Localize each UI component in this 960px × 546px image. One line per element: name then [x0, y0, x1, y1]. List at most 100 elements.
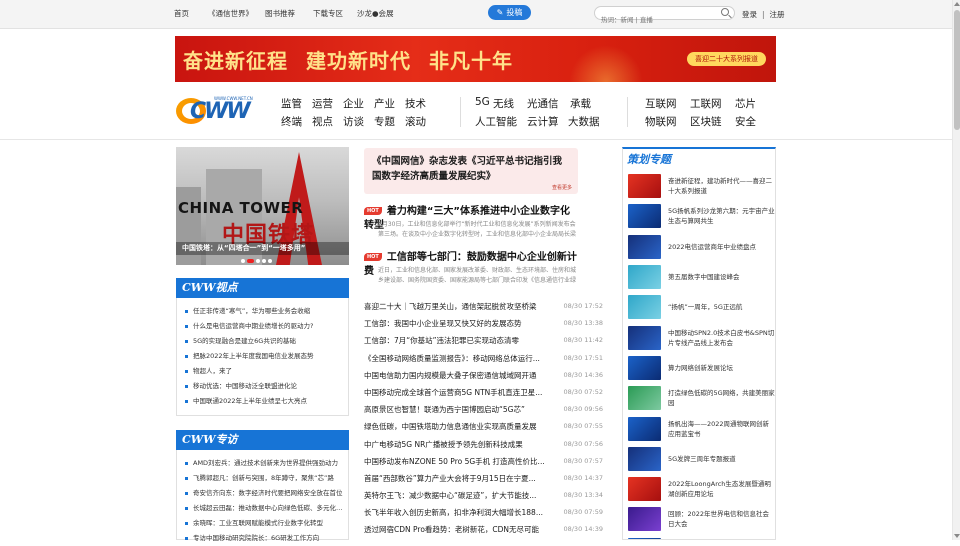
image-slider[interactable]: CHINA TOWER 中国铁塔 中国铁塔：从“四塔合一”到“一塔多用” [176, 147, 349, 265]
news-title[interactable]: 《全国移动网络质量监测报告》：移动网络总体运行... [364, 350, 553, 367]
channel-link[interactable]: 企业 [343, 96, 368, 114]
slider-dot[interactable] [256, 259, 260, 263]
topic-title[interactable]: 扬帆出海——2022周通物联网创新应用蓝宝书 [668, 419, 775, 439]
topic-item[interactable]: 算力网络创新发展论坛 [623, 353, 775, 383]
channel-link[interactable]: 技术 [405, 96, 430, 114]
topic-thumbnail[interactable] [628, 174, 661, 199]
news-title[interactable]: 工信部：7月“你基站”违法犯罪已实现动态清零 [364, 332, 553, 349]
topic-title[interactable]: 打造绿色低碳的5G网络，共建美丽家园 [668, 388, 775, 408]
news-title[interactable]: 中国移动发布NZONE 50 Pro 5G手机 打造高性价比... [364, 453, 553, 470]
topic-item[interactable]: 打造绿色低碳的5G网络，共建美丽家园 [623, 383, 775, 413]
channel-link[interactable]: 专题 [374, 114, 399, 132]
channel-link[interactable]: 区块链 [690, 114, 727, 132]
channel-link[interactable]: 光通信 [527, 96, 570, 114]
channel-link[interactable]: 物联网 [645, 114, 682, 132]
topic-thumbnail[interactable] [628, 265, 661, 290]
channel-link[interactable]: 大数据 [568, 114, 608, 132]
topic-thumbnail[interactable] [628, 386, 661, 411]
list-item[interactable]: AMD刘宏兵：通过技术创新来为世界提供强劲动力 [177, 456, 348, 471]
view-more-link[interactable]: 查看更多 [552, 184, 572, 191]
channel-link[interactable]: 滚动 [405, 114, 430, 132]
channel-link[interactable]: 监管 [281, 96, 306, 114]
topic-title[interactable]: 2022电信运营商年中业绩盘点 [668, 242, 756, 252]
topic-title[interactable]: 第五届数字中国建设峰会 [668, 272, 740, 282]
list-item[interactable]: 5G的实现融合是建立6G共识的基础 [177, 334, 348, 349]
news-title[interactable]: 首届“西部数谷”算力产业大会将于9月15日在宁夏... [364, 470, 553, 487]
topic-item[interactable]: 5G扬帆系列沙龙第六期：元宇宙产业生态与算网共生 [623, 201, 775, 231]
topic-item[interactable]: 2022年LoongArch生态发展暨通明湖创新应用论坛 [623, 474, 775, 504]
list-item[interactable]: 把脉2022年上半年度我国电信业发展态势 [177, 349, 348, 364]
news-title[interactable]: 绿色低碳，中国铁塔助力信息通信业实现高质量发展 [364, 418, 553, 435]
topic-item[interactable]: 第五届数字中国建设峰会 [623, 262, 775, 292]
list-item[interactable]: 长城超云田磊：推动数据中心向绿色低碳、多元化发展 [177, 501, 348, 516]
topic-item[interactable]: 中国电信政企事业数智新基建 [623, 535, 775, 539]
list-item[interactable]: 物超人，来了 [177, 364, 348, 379]
topic-title[interactable]: 奋进新征程，建功新时代——喜迎二十大系列报道 [668, 176, 775, 196]
news-title[interactable]: 中广电移动5G NR广播被授予领先创新科技成果 [364, 436, 553, 453]
news-title[interactable]: 工信部：我国中小企业呈现又快又好的发展态势 [364, 315, 553, 332]
topic-title[interactable]: 5G发牌三周年专题报道 [668, 454, 736, 464]
topic-title[interactable]: 2022年LoongArch生态发展暨通明湖创新应用论坛 [668, 479, 775, 499]
slider-dot[interactable] [262, 259, 266, 263]
topic-thumbnail[interactable] [628, 325, 661, 350]
slider-dot-active[interactable] [247, 259, 254, 263]
page-scrollbar[interactable] [952, 0, 960, 540]
news-title[interactable]: 透过网宿CDN Pro看趋势：老树新花，CDN无尽可能 [364, 521, 553, 538]
search-input[interactable] [595, 14, 715, 26]
topic-title[interactable]: 中国移动SPN2.0技术白皮书&SPN切片专线产品线上发布会 [668, 328, 775, 348]
channel-link[interactable]: 芯片 [735, 96, 772, 114]
channel-link[interactable]: 访谈 [343, 114, 368, 132]
news-title[interactable]: 中国电信助力国内规模最大叠子保密通信城域网开通 [364, 367, 553, 384]
channel-link[interactable]: 云计算 [527, 114, 568, 132]
channel-link[interactable]: 承载 [570, 96, 600, 114]
featured-headline[interactable]: 《中国网信》杂志发表《习近平总书记指引我国数字经济高质量发展纪实》 查看更多 [364, 148, 578, 194]
list-item[interactable]: 什么是电信运营商中期业绩增长的驱动力? [177, 319, 348, 334]
topic-thumbnail[interactable] [628, 355, 661, 380]
slider-dot[interactable] [241, 259, 245, 263]
scroll-down-icon[interactable] [954, 534, 960, 538]
list-item[interactable]: 余晓晖：工业互联网赋能模式行业数字化转型 [177, 516, 348, 531]
news-title[interactable]: 喜迎二十大｜飞越万里关山，通信架起脱贫攻坚桥梁 [364, 298, 553, 315]
slider-dot[interactable] [268, 259, 272, 263]
topic-thumbnail[interactable] [628, 446, 661, 471]
topic-thumbnail[interactable] [628, 204, 661, 229]
channel-link[interactable]: 运营 [312, 96, 337, 114]
channel-link[interactable]: 互联网 [645, 96, 682, 114]
channel-link[interactable]: 人工智能 [475, 114, 527, 132]
search-icon[interactable] [721, 8, 729, 16]
topic-title[interactable]: 5G扬帆系列沙龙第六期：元宇宙产业生态与算网共生 [668, 206, 775, 226]
topic-thumbnail[interactable] [628, 477, 661, 502]
channel-link[interactable]: 产业 [374, 96, 399, 114]
nav-books[interactable]: 图书推荐 [265, 8, 313, 19]
topic-item[interactable]: 奋进新征程，建功新时代——喜迎二十大系列报道 [623, 171, 775, 201]
topic-thumbnail[interactable] [628, 234, 661, 259]
site-logo[interactable]: CWW WWW.CWW.NET.CN [176, 96, 259, 124]
topic-thumbnail[interactable] [628, 507, 661, 532]
channel-link[interactable]: 工联网 [690, 96, 727, 114]
list-item[interactable]: 奇安信齐向东：数字经济时代要把网络安全放在首位 [177, 486, 348, 501]
login-link[interactable]: 登录 [742, 10, 757, 19]
channel-link[interactable]: 无线 [493, 96, 527, 114]
interview-heading[interactable]: CWW专访 [176, 430, 349, 450]
topic-item[interactable]: 5G发牌三周年专题报道 [623, 444, 775, 474]
topic-thumbnail[interactable] [628, 295, 661, 320]
news-title[interactable]: 中国移动完成全球首个运营商5G NTN手机直连卫星... [364, 384, 553, 401]
channel-link[interactable]: 5G [475, 96, 493, 114]
slider-caption[interactable]: 中国铁塔：从“四塔合一”到“一塔多用” [176, 242, 349, 255]
list-item[interactable]: 任正非传递“寒气”，华为哪些业务会收缩 [177, 304, 348, 319]
topic-item[interactable]: 扬帆出海——2022周通物联网创新应用蓝宝书 [623, 413, 775, 443]
nav-salon[interactable]: 沙龙●会展 [357, 8, 397, 19]
list-item[interactable]: 移动优选：中国移动泛全联盟进化论 [177, 379, 348, 394]
list-item[interactable]: 中国联通2022年上半年业绩呈七大亮点 [177, 394, 348, 409]
news-title[interactable]: 长飞半年收入创历史新高，扣非净利润大幅增长188... [364, 504, 553, 521]
channel-link[interactable]: 安全 [735, 114, 772, 132]
list-item[interactable]: 飞腾郭超凡：创新与突围，8年蹲守，聚焦“芯”路 [177, 471, 348, 486]
list-item[interactable]: 专访中国移动研究院院长：6G研发工作方向 [177, 531, 348, 546]
topic-title[interactable]: 算力网络创新发展论坛 [668, 363, 733, 373]
post-button[interactable]: ✎ 投稿 [488, 5, 531, 20]
planning-heading[interactable]: 策划专题 [623, 149, 775, 171]
topic-item[interactable]: 中国移动SPN2.0技术白皮书&SPN切片专线产品线上发布会 [623, 322, 775, 352]
featured-title[interactable]: 《中国网信》杂志发表《习近平总书记指引我国数字经济高质量发展纪实》 [372, 154, 570, 184]
nav-home[interactable]: 首页 [174, 8, 208, 19]
topic-title[interactable]: “扬帆”一周年，5G正远航 [668, 302, 742, 312]
